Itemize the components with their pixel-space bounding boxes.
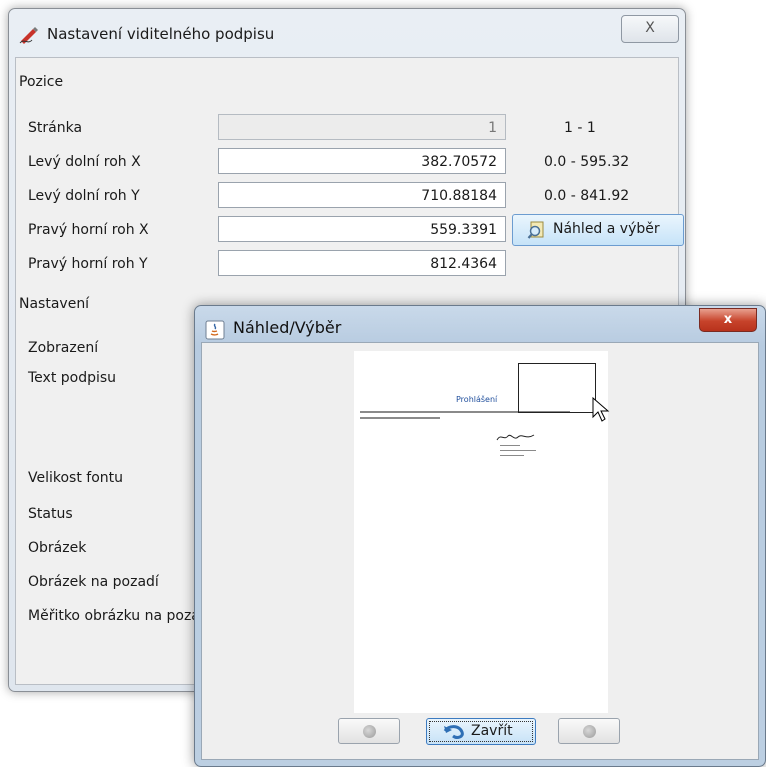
upper-right-x-field[interactable]: 559.3391: [218, 216, 506, 242]
section-position-label: Pozice: [19, 74, 64, 90]
preview-close-button[interactable]: x: [699, 308, 757, 332]
background-image-label: Obrázek na pozadí: [28, 574, 159, 590]
magnifier-page-icon: [527, 221, 544, 239]
signer-line: [500, 450, 536, 451]
undo-arrow-icon: [443, 725, 464, 739]
section-settings-label: Nastavení: [19, 296, 90, 312]
signer-line: [500, 455, 524, 456]
preview-window-title: Náhled/Výběr: [233, 318, 342, 337]
close-preview-button[interactable]: Zavřít: [426, 718, 536, 745]
preview-window: Náhled/Výběr x Prohlášení Zavřít: [194, 305, 766, 767]
java-app-icon: [205, 320, 225, 340]
x-range: 0.0 - 595.32: [544, 154, 630, 170]
upper-right-y-field[interactable]: 812.4364: [218, 250, 506, 276]
close-icon: X: [645, 20, 655, 36]
previous-page-button[interactable]: [338, 718, 400, 744]
handwritten-signature: [496, 434, 535, 441]
preview-content: Prohlášení Zavřít: [201, 342, 759, 760]
page-heading: Prohlášení: [456, 395, 498, 404]
preview-select-label: Náhled a výběr: [553, 221, 660, 237]
page-field: 1: [218, 114, 506, 140]
preview-select-button[interactable]: Náhled a výběr: [512, 214, 684, 246]
background-image-scale-label: Měřitko obrázku na pozadí: [28, 608, 213, 624]
signature-pen-icon: [19, 27, 38, 44]
signature-text-label: Text podpisu: [28, 370, 117, 386]
lower-left-y-field[interactable]: 710.88184: [218, 182, 506, 208]
main-close-button[interactable]: X: [621, 15, 679, 43]
mouse-cursor-icon: [592, 397, 610, 422]
lower-left-y-label: Levý dolní roh Y: [28, 188, 140, 204]
upper-right-y-label: Pravý horní roh Y: [28, 256, 148, 272]
upper-right-x-label: Pravý horní roh X: [28, 222, 149, 238]
page-label: Stránka: [28, 120, 83, 136]
next-icon: [583, 725, 596, 738]
document-page-preview[interactable]: Prohlášení: [354, 351, 610, 713]
page-text-line: [360, 417, 440, 419]
lower-left-x-label: Levý dolní roh X: [28, 154, 141, 170]
signer-line: [500, 445, 520, 446]
close-icon: x: [723, 312, 733, 327]
main-titlebar[interactable]: Nastavení viditelného podpisu X: [9, 9, 685, 55]
lower-left-x-field[interactable]: 382.70572: [218, 148, 506, 174]
next-page-button[interactable]: [558, 718, 620, 744]
status-label: Status: [28, 506, 73, 522]
font-size-label: Velikost fontu: [28, 470, 124, 486]
y-range: 0.0 - 841.92: [544, 188, 630, 204]
main-window-title: Nastavení viditelného podpisu: [47, 25, 275, 43]
page-range: 1 - 1: [564, 120, 596, 136]
display-label: Zobrazení: [28, 340, 99, 356]
close-preview-label: Zavřít: [471, 723, 513, 739]
signature-selection-rectangle[interactable]: [518, 363, 596, 413]
image-label: Obrázek: [28, 540, 87, 556]
previous-icon: [363, 725, 376, 738]
